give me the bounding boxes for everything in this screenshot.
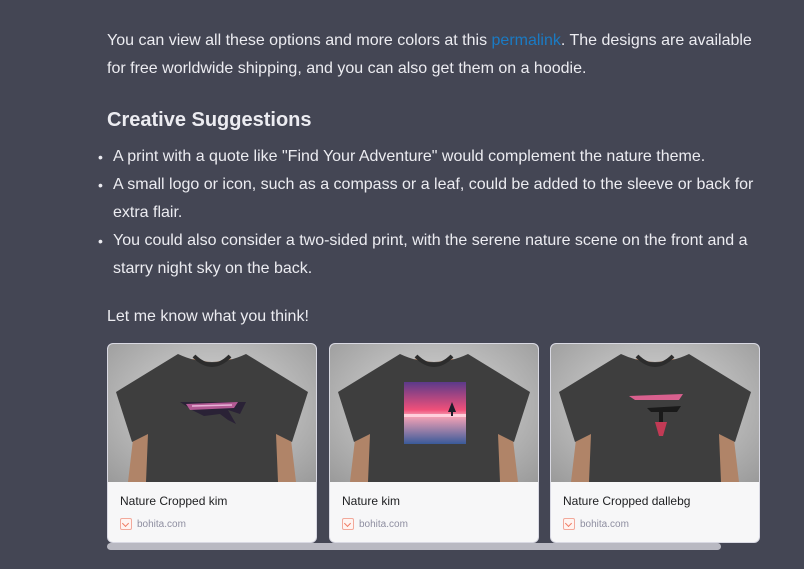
product-title[interactable]: Nature Cropped dallebg [563,494,690,508]
source-label: bohita.com [359,518,408,530]
product-carousel: Nature Cropped kim bohita.com Nature kim… [107,343,804,543]
product-card[interactable]: Nature Cropped kim bohita.com [107,343,317,543]
product-source: bohita.com [563,518,629,530]
list-item-text: A small logo or icon, such as a compass … [113,176,754,221]
list-item: • A small logo or icon, such as a compass… [98,171,759,227]
intro-paragraph: You can view all these options and more … [107,27,757,83]
list-item-text: You could also consider a two-sided prin… [113,232,748,277]
permalink-link[interactable]: permalink [492,32,561,49]
list-item: • A print with a quote like "Find Your Ad… [98,143,759,171]
carousel-scrollbar[interactable] [107,543,721,550]
bullet-icon: • [98,177,103,193]
product-card[interactable]: Nature kim bohita.com [329,343,539,543]
product-title[interactable]: Nature kim [342,494,400,508]
bullet-icon: • [98,233,103,249]
product-source: bohita.com [342,518,408,530]
product-image [551,344,759,482]
source-label: bohita.com [580,518,629,530]
intro-text-before: You can view all these options and more … [107,32,492,49]
section-heading: Creative Suggestions [107,109,312,131]
list-item: • You could also consider a two-sided pri… [98,227,759,283]
bohita-favicon-icon [563,518,575,530]
product-title[interactable]: Nature Cropped kim [120,494,227,508]
bohita-favicon-icon [120,518,132,530]
product-image [330,344,538,482]
assistant-message: You can view all these options and more … [98,27,757,325]
bullet-icon: • [98,149,103,165]
bohita-favicon-icon [342,518,354,530]
suggestion-list: • A print with a quote like "Find Your Ad… [98,143,759,283]
closing-text: Let me know what you think! [107,308,309,325]
product-image [108,344,316,482]
list-item-text: A print with a quote like "Find Your Adv… [113,148,706,165]
product-source: bohita.com [120,518,186,530]
source-label: bohita.com [137,518,186,530]
product-card[interactable]: Nature Cropped dallebg bohita.com [550,343,760,543]
